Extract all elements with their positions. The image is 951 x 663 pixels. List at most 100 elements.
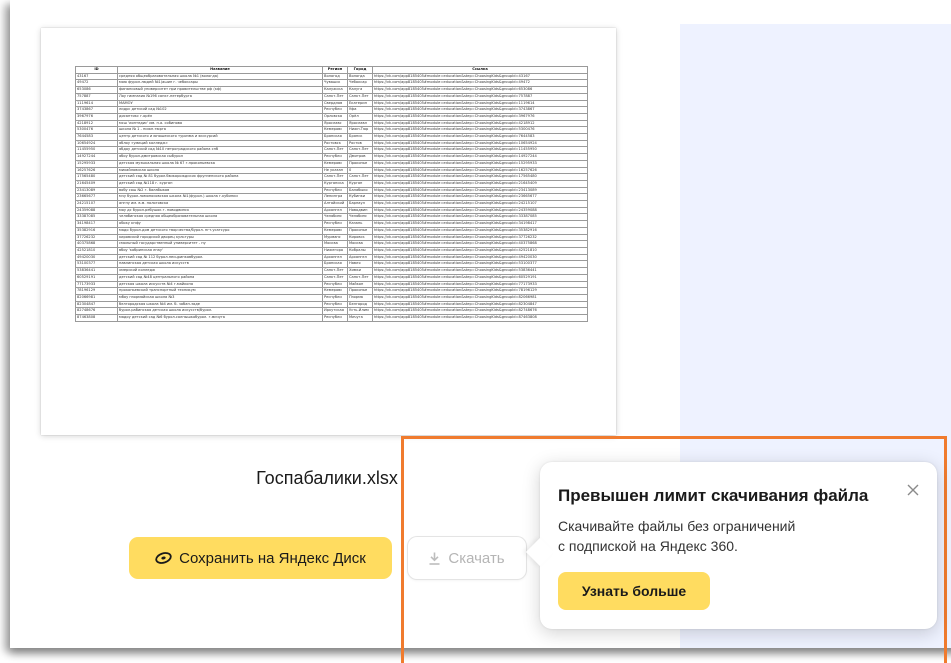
- column-header: Ссылка: [372, 66, 588, 74]
- table-row: 40375868 смольный государственный универс…: [75, 240, 588, 248]
- table-cell: https://vk.com/app8185405#module=educati…: [372, 300, 588, 309]
- disk-icon: [155, 552, 172, 564]
- table-cell: https://vk.com/app8185405#module=educati…: [372, 153, 588, 161]
- table-cell: Чебоксар: [347, 79, 373, 88]
- table-cell: Орловска: [322, 112, 348, 121]
- table-cell: Брянская: [322, 133, 348, 141]
- table-cell: 43167: [75, 72, 118, 81]
- table-cell: https://vk.com/app8185405#module=educati…: [372, 72, 588, 81]
- table-cell: 11455950: [75, 146, 118, 155]
- popup-message-line: Скачивайте файлы без ограничений: [558, 518, 796, 534]
- table-cell: https://vk.com/app8185405#module=educati…: [372, 293, 588, 302]
- table-row: 23665677 мчу бурол.ломоносовская школа №1…: [75, 193, 588, 202]
- table-row: 24359088 моу дс бурол.ребушок г. новодвин…: [75, 206, 588, 215]
- table-cell: мою фурол.людей №1(ашин г. чебоксары: [117, 79, 323, 88]
- table-cell: Кубинки: [347, 193, 373, 202]
- table-cell: https://vk.com/app8185405#module=educati…: [372, 267, 588, 275]
- table-cell: https://vk.com/app8185405#module=educati…: [372, 99, 588, 108]
- table-row: 10654924 яблоу «умиций колледж» Ростовск Ро…: [75, 139, 588, 148]
- table-cell: https://vk.com/app8185405#module=educati…: [372, 139, 588, 148]
- table-cell: 757887: [75, 92, 118, 101]
- table-cell: Прокопье: [347, 287, 373, 295]
- table-cell: мбоу пзормайская школа №3: [117, 293, 323, 302]
- save-to-disk-button[interactable]: Сохранить на Яндекс Диск: [129, 537, 392, 579]
- table-cell: Архангел: [347, 253, 373, 262]
- table-row: 653086 финансовый университет при правите…: [75, 86, 588, 94]
- table-cell: вбоу 'кобринская лнау': [117, 247, 323, 255]
- table-cell: Кемеровс: [322, 159, 348, 168]
- table-cell: 0: [347, 166, 373, 175]
- table-cell: Ярославл: [347, 119, 373, 128]
- table-cell: Нижн.Тюр: [347, 126, 373, 135]
- table-cell: 23413089: [75, 186, 118, 195]
- table-cell: https://vk.com/app8185405#module=educati…: [372, 213, 588, 222]
- table-cell: Санкт-Пет: [347, 146, 373, 155]
- column-header: Город: [347, 66, 373, 74]
- table-row: 82066981 мбоу пзормайская школа №3 Республ…: [75, 293, 588, 302]
- table-cell: Москва: [322, 240, 348, 248]
- table-cell: 4218912: [75, 119, 118, 128]
- table-cell: https://vk.com/app8185405#module=educati…: [372, 112, 588, 121]
- table-cell: 53836441: [75, 267, 118, 275]
- table-row: 3743867 лидрс детский сад №102 Республи Уфа…: [75, 106, 588, 114]
- table-cell: Архангел: [322, 206, 348, 215]
- table-row: 82748676 бурол.рабинская детская школа ис…: [75, 307, 588, 315]
- table-cell: https://vk.com/app8185405#module=educati…: [372, 307, 588, 315]
- table-cell: Санкт-Пет: [322, 92, 348, 101]
- table-cell: 14927244: [75, 153, 118, 161]
- table-cell: https://vk.com/app8185405#module=educati…: [372, 179, 588, 188]
- table-cell: Санкт-Пет: [322, 146, 348, 155]
- table-cell: финансовый университет при правительстве…: [117, 86, 323, 94]
- popup-message-line: с подпиской на Яндекс 360.: [558, 538, 738, 554]
- table-cell: школа № 1 - нижн.тюрга: [117, 126, 323, 135]
- table-cell: https://vk.com/app8185405#module=educati…: [372, 280, 588, 289]
- table-cell: https://vk.com/app8185405#module=educati…: [372, 200, 588, 208]
- table-cell: https://vk.com/app8185405#module=educati…: [372, 92, 588, 101]
- table-cell: Казань: [347, 220, 373, 228]
- table-row: 42521810 вбоу 'кобринская лнау' Нижегоро Ко…: [75, 247, 588, 255]
- table-cell: Ростов: [347, 139, 373, 148]
- table-cell: Прокопье: [347, 226, 373, 235]
- table-cell: детский сад № 81 бурол.бюжорождских фрун…: [117, 173, 323, 181]
- table-cell: 5300476: [75, 126, 118, 135]
- table-cell: https://vk.com/app8185405#module=educati…: [372, 146, 588, 155]
- table-cell: 78196129: [75, 287, 118, 295]
- table-cell: https://vk.com/app8185405#module=educati…: [372, 186, 588, 195]
- file-preview[interactable]: ID Название Регион Город Ссылка 43167 средняя…: [41, 28, 616, 435]
- table-cell: 37726232: [75, 233, 118, 242]
- table-cell: 7644583: [75, 133, 118, 141]
- table-cell: Белгород: [347, 300, 373, 309]
- table-cell: белгородская школа №4 им. б. чобан-заде: [117, 300, 323, 309]
- table-cell: Химки: [347, 267, 373, 275]
- table-cell: хмерский колледж: [117, 267, 323, 275]
- table-cell: кировский городской дворец культуры: [117, 233, 323, 242]
- save-button-label: Сохранить на Яндекс Диск: [179, 549, 366, 567]
- learn-more-button[interactable]: Узнать больше: [558, 572, 710, 610]
- table-cell: 82304847: [75, 300, 118, 309]
- table-cell: мадоу детский сад №6 бурол.солнышкобурол…: [117, 314, 323, 322]
- table-cell: Ростовск: [322, 139, 348, 148]
- table-cell: Дмитров: [347, 153, 373, 161]
- table-row: 37726232 кировский городской дворец культ…: [75, 233, 588, 242]
- table-cell: ангпу им. в.м. пологовска: [117, 200, 323, 208]
- table-row: 53836441 хмерский колледж Санкт-Пет Химки ht…: [75, 267, 588, 275]
- table-cell: https://vk.com/app8185405#module=educati…: [372, 314, 588, 322]
- table-cell: детская школа искусств №4 г.майкопа: [117, 280, 323, 289]
- table-row: 60529191 детский сад №48 центрального рай…: [75, 273, 588, 282]
- table-row: 23413089 вобу сош №2 г. балабыков Республи…: [75, 186, 588, 195]
- close-icon[interactable]: [906, 483, 920, 497]
- table-row: 87463808 мадоу детский сад №6 бурол.солны…: [75, 314, 588, 322]
- table-cell: https://vk.com/app8185405#module=educati…: [372, 159, 588, 168]
- table-cell: Прокопье: [347, 159, 373, 168]
- table-cell: мсш 'ионтедис' им. н.а. собинова: [117, 119, 323, 128]
- table-cell: 82066981: [75, 293, 118, 302]
- table-cell: ябдоу детский сад №10 петроградского рай…: [117, 146, 323, 155]
- table-row: 78196129 прокопьевский транспортный техни…: [75, 287, 588, 295]
- spreadsheet-preview: ID Название Регион Город Ссылка 43167 средняя…: [75, 66, 588, 322]
- table-row: 49420030 детский сад № 112 бурол.песцринк…: [75, 253, 588, 262]
- table-cell: 3967976: [75, 112, 118, 121]
- table-cell: смольный государственный университет - п…: [117, 240, 323, 248]
- popup-message: Скачивайте файлы без ограничений с подпи…: [558, 516, 888, 556]
- table-cell: https://vk.com/app8185405#module=educati…: [372, 106, 588, 114]
- column-header: Регион: [322, 66, 348, 74]
